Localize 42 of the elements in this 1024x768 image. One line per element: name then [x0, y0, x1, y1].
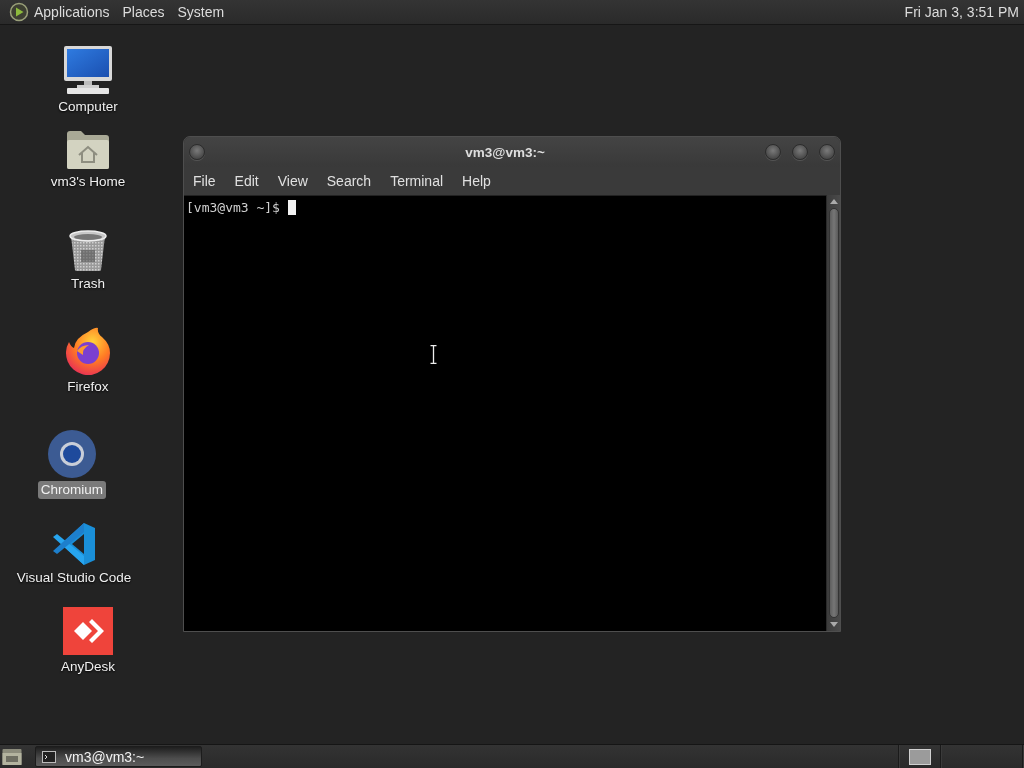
desktop-icon-label[interactable]: Trash: [68, 275, 108, 293]
logo-icon[interactable]: [9, 2, 29, 22]
clock[interactable]: Fri Jan 3, 3:51 PM: [904, 4, 1020, 20]
terminal-cursor: [287, 199, 296, 215]
flame-globe-icon[interactable]: [65, 327, 111, 375]
desktop-icon-label[interactable]: Chromium: [37, 481, 107, 499]
taskbar-task[interactable]: vm3@vm3:~: [35, 746, 202, 767]
panel-menu[interactable]: Places: [118, 2, 169, 22]
maximize-button[interactable]: [792, 144, 808, 160]
window-menu-button[interactable]: [189, 144, 205, 160]
panel-menu[interactable]: System: [173, 2, 229, 22]
desktop-icon-label[interactable]: Visual Studio Code: [13, 569, 135, 587]
ribbon-logo-icon[interactable]: [52, 522, 96, 566]
scroll-down-arrow-icon[interactable]: [829, 622, 838, 627]
monitor-icon[interactable]: [63, 45, 113, 95]
window-title: vm3@vm3:~: [464, 144, 546, 160]
terminal-icon: [42, 750, 56, 763]
desktop-icon-label[interactable]: AnyDesk: [58, 658, 118, 676]
home-folder-icon[interactable]: [66, 130, 110, 170]
round-logo-icon[interactable]: [48, 430, 96, 478]
menu-item[interactable]: File: [184, 170, 226, 192]
desktop-icon-label[interactable]: vm3's Home: [47, 173, 129, 191]
scroll-up-arrow-icon[interactable]: [829, 199, 838, 204]
workspace-switcher-icon[interactable]: [909, 748, 931, 765]
menu-item[interactable]: View: [268, 170, 318, 192]
panel-menu[interactable]: Applications: [30, 2, 114, 22]
menu-item[interactable]: Edit: [225, 170, 269, 192]
menu-item[interactable]: Help: [453, 170, 501, 192]
show-desktop-icon[interactable]: [2, 747, 22, 766]
text-cursor-icon: [430, 345, 437, 364]
menu-item[interactable]: Terminal: [381, 170, 454, 192]
scrollbar[interactable]: [826, 195, 840, 631]
diamond-chevron-icon[interactable]: [63, 607, 113, 655]
shell-prompt: [vm3@vm3 ~]$: [186, 199, 280, 215]
close-button[interactable]: [819, 144, 835, 160]
terminal-area[interactable]: [vm3@vm3 ~]$: [184, 195, 826, 631]
menu-item[interactable]: Search: [317, 170, 382, 192]
minimize-button[interactable]: [765, 144, 781, 160]
desktop-icon-label[interactable]: Computer: [55, 98, 121, 116]
trash-bin-icon[interactable]: [68, 230, 108, 272]
scroll-thumb[interactable]: [828, 208, 839, 618]
desktop-icon-label[interactable]: Firefox: [64, 378, 112, 396]
